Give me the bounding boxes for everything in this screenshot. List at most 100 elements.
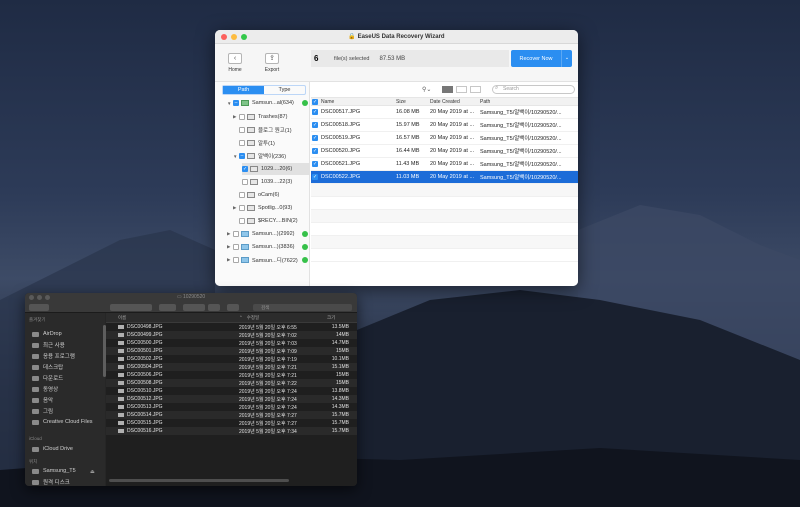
sidebar-item[interactable]: Samsung_T5 (32, 467, 76, 475)
file-row[interactable]: ✓ DSC00518.JPG 15.97 MB 20 May 2019 at ... S… (311, 119, 578, 132)
finder-file-row[interactable]: DSC00498.JPG 2019년 5월 20일 오후 6:55 13.5MB (106, 323, 357, 331)
sidebar-item[interactable]: 동영상 (32, 385, 58, 393)
file-row[interactable]: ✓ DSC00522.JPG 11.03 MB 20 May 2019 at ... S… (311, 171, 578, 184)
column-name[interactable]: Name (321, 99, 396, 105)
file-row[interactable]: ✓ DSC00520.JPG 16.44 MB 20 May 2019 at ... S… (311, 145, 578, 158)
file-checkbox[interactable]: ✓ (312, 174, 318, 180)
view-switcher[interactable] (110, 304, 152, 311)
tree-checkbox[interactable] (239, 140, 245, 146)
home-button[interactable]: ‹ Home (218, 52, 252, 73)
file-checkbox[interactable]: ✓ (312, 148, 318, 154)
finder-file-row[interactable]: DSC00512.JPG 2019년 5월 20일 오후 7:24 14.3MB (106, 395, 357, 403)
tree-checkbox[interactable] (233, 231, 239, 237)
search-input[interactable]: Search (492, 85, 575, 94)
finder-file-row[interactable]: DSC00501.JPG 2019년 5월 20일 오후 7:09 15MB (106, 347, 357, 355)
tree-checkbox[interactable]: – (233, 100, 239, 106)
sidebar-item[interactable]: 원격 디스크 (32, 478, 70, 486)
back-forward-button[interactable] (29, 304, 49, 311)
select-all-checkbox[interactable]: ✓ (312, 98, 318, 105)
finder-file-row[interactable]: DSC00508.JPG 2019년 5월 20일 오후 7:22 15MB (106, 379, 357, 387)
finder-file-row[interactable]: DSC00504.JPG 2019년 5월 20일 오후 7:21 15.1MB (106, 363, 357, 371)
column-size[interactable]: Size (396, 99, 430, 105)
tree-item[interactable]: $RECY....BIN(2) (239, 215, 310, 227)
column-modified[interactable]: ⌃ 수정일 (239, 315, 319, 321)
file-checkbox[interactable]: ✓ (312, 161, 318, 167)
sidebar-item[interactable]: 응용 프로그램 (32, 352, 75, 360)
tree-checkbox[interactable] (239, 205, 245, 211)
group-button[interactable] (159, 304, 176, 311)
file-row[interactable]: ✓ DSC00519.JPG 16.57 MB 20 May 2019 at ... S… (311, 132, 578, 145)
tree-checkbox[interactable] (239, 218, 245, 224)
preview-view-button[interactable] (470, 86, 481, 93)
finder-search-input[interactable]: 검색 (253, 304, 352, 311)
eject-icon[interactable]: ⏏ (90, 469, 95, 475)
column-name[interactable]: 이름 (106, 315, 239, 321)
finder-file-row[interactable]: DSC00516.JPG 2019년 5월 20일 오후 7:34 15.7MB (106, 427, 357, 435)
column-path[interactable]: Path (480, 99, 572, 105)
finder-file-row[interactable]: DSC00510.JPG 2019년 5월 20일 오후 7:24 13.8MB (106, 387, 357, 395)
export-button[interactable]: ⇪ Export (255, 52, 289, 73)
file-size: 15.7MB (331, 428, 349, 434)
tree-checkbox[interactable] (233, 257, 239, 263)
grid-view-button[interactable] (456, 86, 467, 93)
share-button[interactable] (208, 304, 220, 311)
tree-checkbox[interactable]: ✓ (242, 166, 248, 172)
file-modified: 2019년 5월 20일 오후 7:22 (239, 380, 297, 387)
column-size[interactable]: 크기 (319, 315, 349, 321)
tree-item[interactable]: ▶ Samsun...디(7622) (227, 254, 310, 266)
sidebar-item[interactable]: 그림 (32, 407, 53, 415)
horizontal-scrollbar[interactable] (109, 479, 289, 482)
image-file-icon (118, 373, 124, 377)
file-checkbox[interactable]: ✓ (312, 122, 318, 128)
tree-item[interactable]: ▶ Trashes(87) (233, 111, 310, 123)
finder-file-row[interactable]: DSC00500.JPG 2019년 5월 20일 오후 7:03 14.7MB (106, 339, 357, 347)
recover-dropdown-icon[interactable]: ⌄ (561, 50, 572, 67)
file-size: 15.97 MB (396, 122, 420, 128)
tree-checkbox[interactable] (239, 192, 245, 198)
finder-file-row[interactable]: DSC00502.JPG 2019년 5월 20일 오후 7:19 10.1MB (106, 355, 357, 363)
file-row[interactable]: ✓ DSC00521.JPG 11.43 MB 20 May 2019 at ... S… (311, 158, 578, 171)
tree-checkbox[interactable] (239, 127, 245, 133)
column-date[interactable]: Date Created (430, 99, 480, 105)
sidebar-item[interactable]: 데스크탑 (32, 363, 63, 371)
tree-item[interactable]: ▼ – 알백이(236) (233, 150, 310, 162)
tree-item[interactable]: ▼ – Samsun...al(634) (227, 97, 310, 109)
file-checkbox[interactable]: ✓ (312, 135, 318, 141)
finder-file-row[interactable]: DSC00499.JPG 2019년 5월 20일 오후 7:02 14MB (106, 331, 357, 339)
tree-item[interactable]: 알투(1) (239, 137, 310, 149)
finder-file-row[interactable]: DSC00514.JPG 2019년 5월 20일 오후 7:27 15.7MB (106, 411, 357, 419)
tree-item[interactable]: ▶ Samsun...)(2992) (227, 228, 310, 240)
tree-item[interactable]: ▶ Samsun...)(3836) (227, 241, 310, 253)
tree-checkbox[interactable] (242, 179, 248, 185)
tree-item[interactable]: ▶ Spotlig...0(93) (233, 202, 310, 214)
finder-file-row[interactable]: DSC00515.JPG 2019년 5월 20일 오후 7:27 15.7MB (106, 419, 357, 427)
tab-type[interactable]: Type (264, 86, 305, 94)
recover-now-button[interactable]: Recover Now ⌄ (511, 50, 572, 67)
sidebar-item[interactable]: Creative Cloud Files (32, 418, 93, 426)
sidebar-item[interactable]: 음악 (32, 396, 53, 404)
tree-item-label: Samsun...)(2992) (252, 231, 295, 237)
sidebar-item[interactable]: AirDrop (32, 330, 62, 338)
finder-file-row[interactable]: DSC00513.JPG 2019년 5월 20일 오후 7:24 14.3MB (106, 403, 357, 411)
action-gear-button[interactable] (183, 304, 205, 311)
tree-item[interactable]: 1039....22(3) (242, 176, 310, 188)
filter-icon[interactable]: ⚲⌄ (422, 86, 431, 93)
sidebar-item[interactable]: 다운로드 (32, 374, 63, 382)
tree-checkbox[interactable] (233, 244, 239, 250)
image-file-icon (118, 349, 124, 353)
tags-button[interactable] (227, 304, 239, 311)
tree-item-label: 1029....20(6) (261, 166, 293, 172)
tree-item[interactable]: 블로그 원고(1) (239, 124, 310, 136)
finder-file-row[interactable]: DSC00506.JPG 2019년 5월 20일 오후 7:21 15MB (106, 371, 357, 379)
tree-item[interactable]: oCam(6) (239, 189, 310, 201)
list-view-button[interactable] (442, 86, 453, 93)
tree-item-selected[interactable]: ✓ 1029....20(6) (242, 163, 310, 175)
file-row[interactable]: ✓ DSC00517.JPG 16.08 MB 20 May 2019 at ... S… (311, 106, 578, 119)
folder-icon: ▭ (176, 294, 182, 300)
tab-path[interactable]: Path (223, 86, 264, 94)
file-checkbox[interactable]: ✓ (312, 109, 318, 115)
sidebar-item[interactable]: iCloud Drive (32, 445, 73, 453)
tree-checkbox[interactable] (239, 114, 245, 120)
tree-checkbox[interactable]: – (239, 153, 245, 159)
sidebar-item[interactable]: 최근 사용 (32, 341, 65, 349)
